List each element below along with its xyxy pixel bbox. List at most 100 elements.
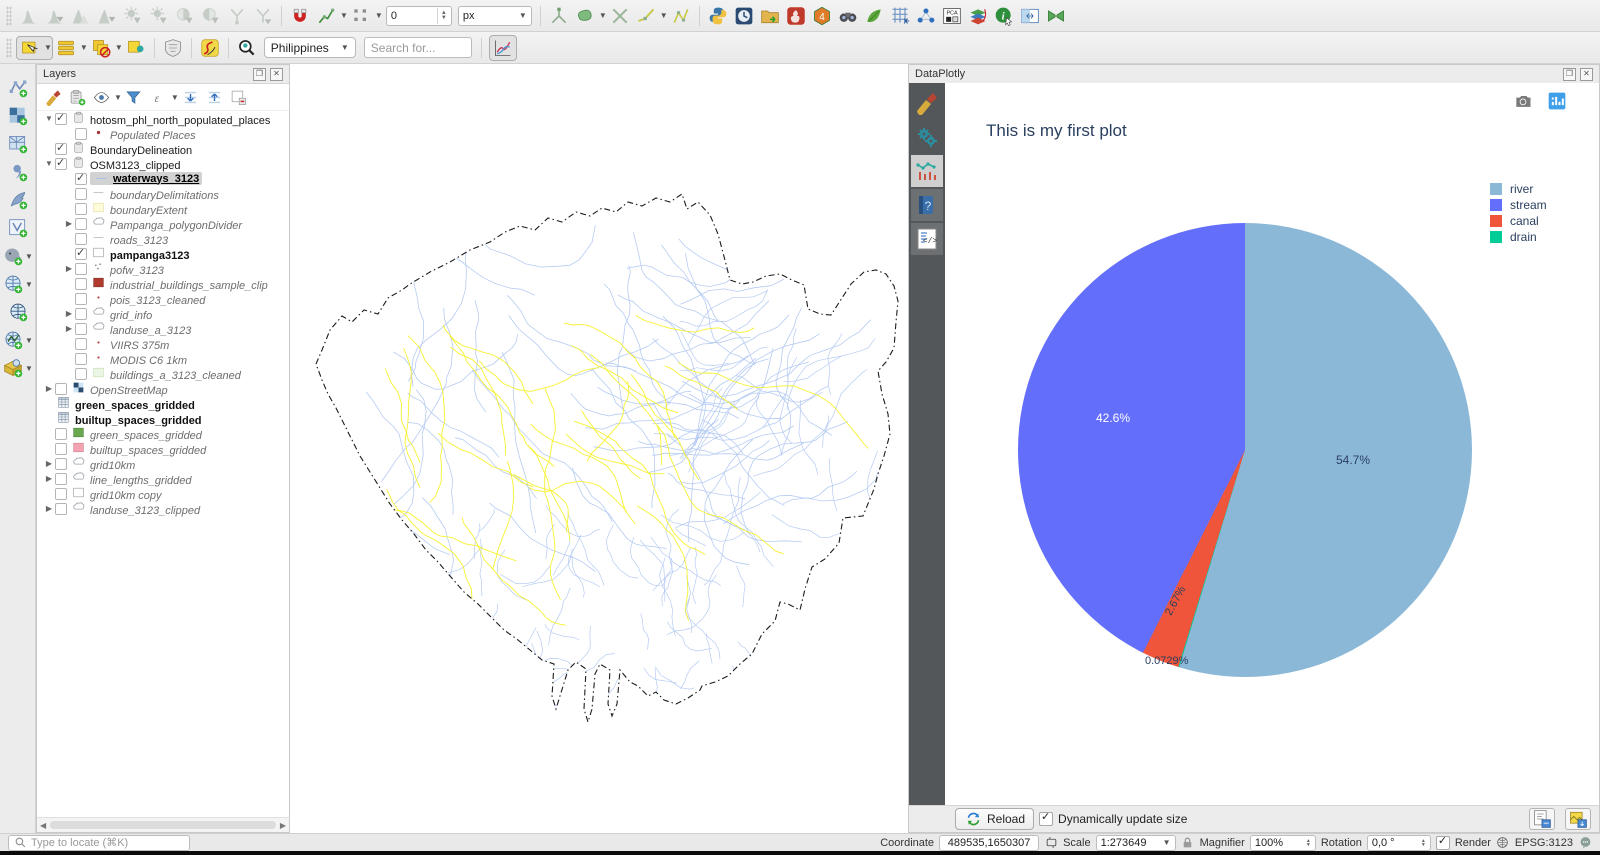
layer-row[interactable]: builtup_spaces_gridded <box>37 411 289 426</box>
info-cursor-icon[interactable]: i <box>993 5 1015 27</box>
add-group-icon[interactable] <box>67 87 87 107</box>
styling-brush-icon[interactable] <box>43 87 63 107</box>
map-canvas[interactable] <box>290 64 912 833</box>
magnifier-spinbox[interactable]: 100%▲▼ <box>1250 835 1316 851</box>
expander-icon[interactable]: ▼ <box>43 159 55 168</box>
filter-funnel-icon[interactable] <box>124 87 144 107</box>
layer-visibility-checkbox[interactable] <box>75 188 87 200</box>
snap-unit-select[interactable]: px ▼ <box>458 6 532 26</box>
geocoder-country-select[interactable]: Philippines ▼ <box>264 37 356 58</box>
layer-row[interactable]: industrial_buildings_sample_clip <box>37 276 289 291</box>
map-themes-eye-icon[interactable] <box>91 87 111 107</box>
layer-visibility-checkbox[interactable] <box>55 488 67 500</box>
plotly-logo-icon[interactable] <box>1547 91 1567 111</box>
add-postgis-icon[interactable] <box>2 245 24 267</box>
dropdown-arrow-icon[interactable]: ▼ <box>660 11 668 20</box>
panel-close-icon[interactable]: ✕ <box>1580 68 1593 81</box>
scroll-right-icon[interactable]: ▶ <box>280 821 286 830</box>
extent-icon[interactable] <box>1044 836 1058 850</box>
add-mesh-layer-icon[interactable] <box>7 133 29 155</box>
square-pin-icon[interactable] <box>125 37 147 59</box>
coordinate-input[interactable]: 489535,1650307 <box>939 835 1039 851</box>
layer-row[interactable]: ▶grid10km <box>37 456 289 471</box>
time-manager-icon[interactable] <box>733 5 755 27</box>
scrollbar-thumb[interactable] <box>50 821 276 829</box>
save-plot-code-icon[interactable] <box>1529 808 1555 830</box>
scale-combo[interactable]: 1:273649▼ <box>1096 835 1176 851</box>
layer-visibility-checkbox[interactable] <box>55 428 67 440</box>
python-console-icon[interactable] <box>707 5 729 27</box>
layer-visibility-checkbox[interactable]: ✓ <box>55 143 67 155</box>
layer-visibility-checkbox[interactable] <box>75 308 87 320</box>
add-vector-layer-icon[interactable] <box>7 77 29 99</box>
split-window-icon[interactable] <box>1019 5 1041 27</box>
layer-row[interactable]: boundaryDelimitations <box>37 186 289 201</box>
geocoder-search-input[interactable]: Search for... <box>364 37 472 58</box>
expand-all-icon[interactable] <box>181 87 201 107</box>
grid-snowflake-icon[interactable] <box>889 5 911 27</box>
collapse-all-icon[interactable] <box>205 87 225 107</box>
expander-icon[interactable]: ▶ <box>43 459 55 468</box>
layer-visibility-checkbox[interactable] <box>55 383 67 395</box>
export-folder-icon[interactable] <box>759 5 781 27</box>
snapping-type-icon[interactable] <box>315 5 337 27</box>
legend-item-river[interactable]: river <box>1490 181 1547 197</box>
snap-tolerance-spinbox[interactable]: 0 ▲▼ <box>386 6 452 26</box>
add-wcs-icon[interactable] <box>7 301 29 323</box>
layer-row[interactable]: ▼✓hotosm_phl_north_populated_places <box>37 111 289 126</box>
add-tile-layer-icon[interactable] <box>2 357 24 379</box>
green-leaf-icon[interactable] <box>863 5 885 27</box>
layer-row[interactable]: ▶landuse_a_3123 <box>37 321 289 336</box>
remove-layer-icon[interactable] <box>229 87 249 107</box>
layer-row[interactable]: builtup_spaces_gridded <box>37 441 289 456</box>
dropdown-arrow-icon[interactable]: ▼ <box>25 364 33 373</box>
layer-row[interactable]: green_spaces_gridded <box>37 426 289 441</box>
layer-visibility-checkbox[interactable] <box>55 443 67 455</box>
layer-row[interactable]: ▶pofw_3123 <box>37 261 289 276</box>
add-wfs-icon[interactable] <box>2 329 24 351</box>
dataplotly-tab-plot-code-icon[interactable]: </> <box>911 223 943 255</box>
layer-visibility-checkbox[interactable] <box>75 293 87 305</box>
add-delimited-text-icon[interactable] <box>7 161 29 183</box>
osm-route-icon[interactable] <box>199 37 221 59</box>
layer-visibility-checkbox[interactable] <box>75 233 87 245</box>
dataplotly-tab-plot-help-icon[interactable]: ? <box>911 189 943 221</box>
layer-stack-arrows-icon[interactable] <box>967 5 989 27</box>
layer-row[interactable]: buildings_a_3123_cleaned <box>37 366 289 381</box>
expander-icon[interactable]: ▶ <box>63 309 75 318</box>
layer-visibility-checkbox[interactable] <box>75 353 87 365</box>
layer-visibility-checkbox[interactable] <box>75 368 87 380</box>
hexagon-4-icon[interactable]: 4 <box>811 5 833 27</box>
layer-row[interactable]: ▶grid_info <box>37 306 289 321</box>
stepper-arrows-icon[interactable]: ▲▼ <box>437 8 447 24</box>
camera-icon[interactable] <box>1513 91 1533 111</box>
red-flame-icon[interactable] <box>785 5 807 27</box>
layer-visibility-checkbox[interactable] <box>75 323 87 335</box>
expander-icon[interactable]: ▶ <box>63 219 75 228</box>
layer-row[interactable]: ▶OpenStreetMap <box>37 381 289 396</box>
layer-visibility-checkbox[interactable] <box>75 218 87 230</box>
expander-icon[interactable]: ▶ <box>63 324 75 333</box>
horizontal-scrollbar[interactable]: ◀ ▶ <box>37 817 289 832</box>
scroll-left-icon[interactable]: ◀ <box>40 821 46 830</box>
toolbar-drag-handle[interactable] <box>6 6 12 26</box>
layer-row[interactable]: ▶Pampanga_polygonDivider <box>37 216 289 231</box>
dynamic-update-checkbox[interactable]: ✓ <box>1039 812 1053 826</box>
layer-row[interactable]: grid10km copy <box>37 486 289 501</box>
dropdown-arrow-icon[interactable]: ▼ <box>340 11 348 20</box>
layer-row[interactable]: roads_3123 <box>37 231 289 246</box>
dropdown-arrow-icon[interactable]: ▼ <box>375 11 383 20</box>
reshape-blob-icon[interactable] <box>574 5 596 27</box>
layer-visibility-checkbox[interactable]: ✓ <box>75 173 87 185</box>
export-plot-image-icon[interactable] <box>1565 808 1591 830</box>
layer-row[interactable]: boundaryExtent <box>37 201 289 216</box>
dropdown-arrow-icon[interactable]: ▼ <box>44 43 52 52</box>
pca-icon[interactable]: PCA <box>941 5 963 27</box>
select-features-button[interactable]: ▼ <box>16 36 53 60</box>
locate-input[interactable]: Type to locate (⌘K) <box>8 835 190 851</box>
layer-visibility-checkbox[interactable] <box>75 338 87 350</box>
add-raster-layer-icon[interactable] <box>7 105 29 127</box>
cross-intersect-icon[interactable] <box>609 5 631 27</box>
reload-button[interactable]: Reload <box>955 808 1034 830</box>
layer-row[interactable]: pois_3123_cleaned <box>37 291 289 306</box>
